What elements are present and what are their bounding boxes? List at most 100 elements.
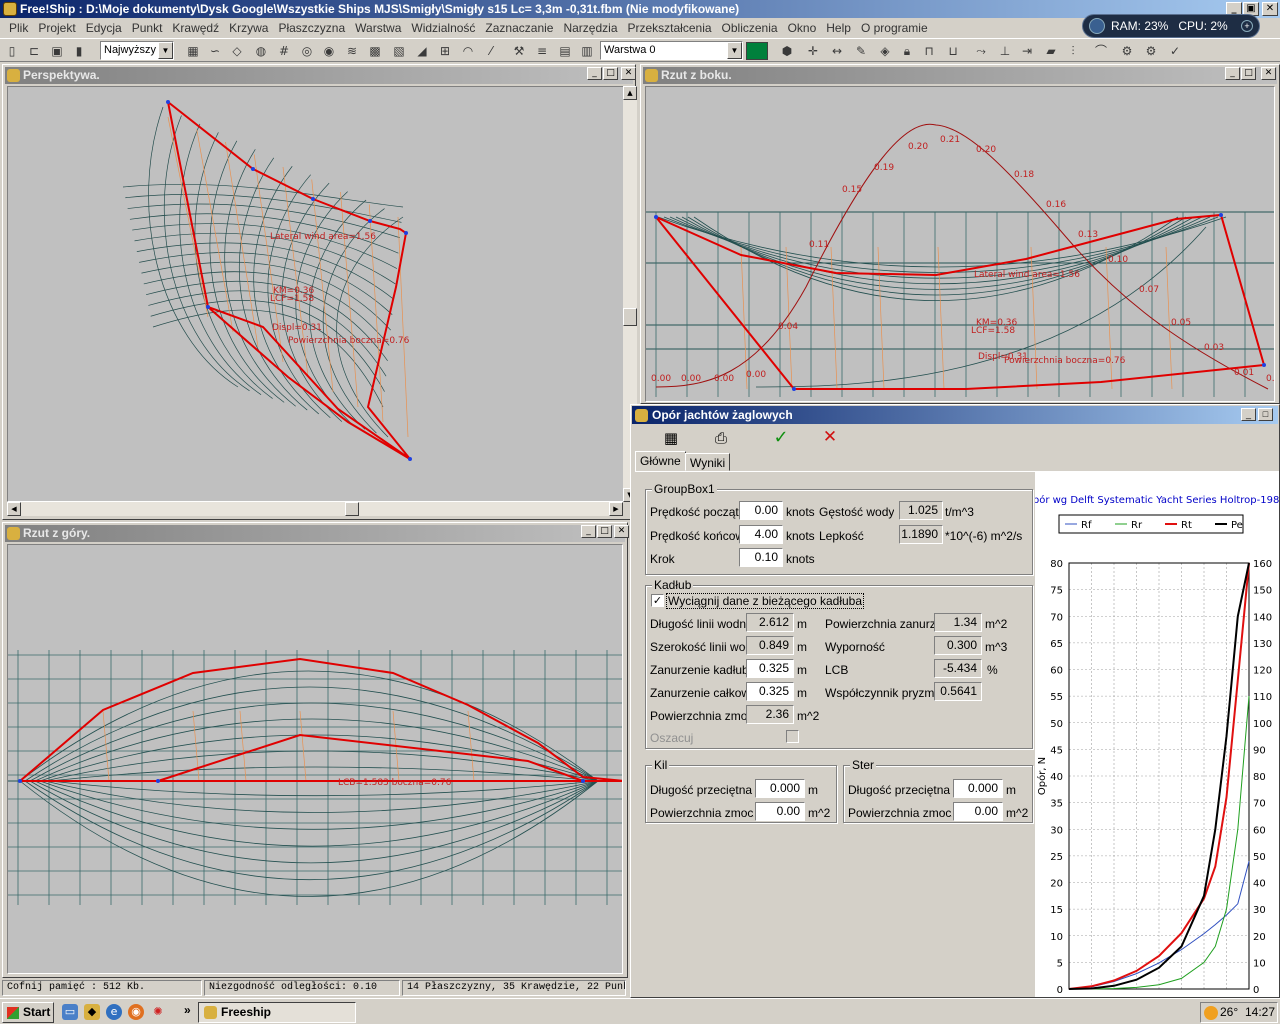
top-view-window[interactable]: Rzut z góry. _ □ ✕ LCB=1.583 boczna=0.76 [2, 522, 629, 978]
desktop-icon[interactable]: ▭ [62, 1004, 78, 1020]
perspective-window[interactable]: Perspektywa. _ □ ✕ Lateral wind area=1.5… [2, 64, 637, 520]
hydrostatics-icon[interactable]: ⊞ [436, 42, 454, 60]
export-icon[interactable]: ▮ [70, 42, 88, 60]
maximize-button[interactable]: □ [1241, 67, 1256, 80]
menu-item[interactable]: Help [821, 21, 856, 35]
menu-item[interactable]: Narzędzia [558, 21, 622, 35]
pencil-icon[interactable]: ✎ [852, 42, 870, 60]
draft-field[interactable]: 0.325 [746, 659, 794, 678]
more-icon[interactable]: » [184, 1003, 191, 1017]
extract-label[interactable]: Wyciągnij dane z bieżącego kadłuba [666, 593, 865, 609]
freeship-icon[interactable]: ◆ [84, 1004, 100, 1020]
surface-icon[interactable]: ◢ [413, 42, 431, 60]
unlock-all-icon[interactable]: ⊔ [944, 42, 962, 60]
crease-icon[interactable]: ⫶ [1064, 42, 1082, 60]
scroll-thumb[interactable] [623, 308, 637, 326]
menu-item[interactable]: Krawędź [167, 21, 224, 35]
menu-item[interactable]: Płaszczyzna [273, 21, 350, 35]
chart-icon[interactable]: ▤ [556, 42, 574, 60]
perspective-viewport[interactable]: Lateral wind area=1.56 KM=0.36 LCF=1.58 Dis… [7, 86, 624, 502]
keel-chord-field[interactable]: 0.000 [755, 779, 805, 798]
maximize-button[interactable]: □ [603, 67, 618, 80]
side-viewport[interactable]: 0.00 0.00 0.00 0.00 0.04 0.11 0.15 0.19 0.20 0.21… [645, 86, 1275, 402]
save-icon[interactable]: ▣ [48, 42, 66, 60]
minimize-button[interactable]: _ [1241, 408, 1256, 421]
maximize-button[interactable]: □ [1258, 408, 1273, 421]
minimize-button[interactable]: _ [1225, 67, 1240, 80]
scroll-up-icon[interactable]: ▲ [623, 86, 637, 100]
eraser-icon[interactable]: ◇ [228, 42, 246, 60]
shade-icon[interactable]: ▧ [390, 42, 408, 60]
unlock-icon[interactable]: ⊓ [920, 42, 938, 60]
fair-icon[interactable]: ⚒ [510, 42, 528, 60]
lines-icon[interactable]: ≡ [533, 42, 551, 60]
menu-item[interactable]: Edycja [81, 21, 127, 35]
menu-item[interactable]: Plik [4, 21, 33, 35]
minimize-button[interactable]: _ [581, 525, 596, 538]
menu-item[interactable]: Widzialność [406, 21, 480, 35]
close-button[interactable]: ✕ [1262, 2, 1278, 16]
minimize-button[interactable]: _ [587, 67, 602, 80]
ok-check-icon[interactable]: ✓ [771, 427, 791, 448]
collapse-icon[interactable]: ⇥ [1018, 42, 1036, 60]
curve-icon[interactable]: ∽ [206, 42, 224, 60]
grid-icon[interactable]: # [275, 42, 293, 60]
menu-item[interactable]: O programie [856, 21, 933, 35]
scroll-right-icon[interactable]: ▶ [609, 502, 623, 516]
splat-icon[interactable]: ✺ [150, 1004, 166, 1020]
layer-select[interactable]: Warstwa 0 ▼ [600, 41, 743, 60]
firefox-icon[interactable]: ◉ [128, 1004, 144, 1020]
precision-select[interactable]: Najwyższy ▼ [100, 41, 174, 60]
weather-icon[interactable] [1204, 1006, 1218, 1020]
menu-item[interactable]: Projekt [33, 21, 80, 35]
new-file-icon[interactable]: ▯ [3, 42, 21, 60]
tray-clock[interactable]: 14:27 [1245, 1003, 1275, 1022]
wrench-icon[interactable]: ⚙ [1142, 42, 1160, 60]
speed-end-field[interactable]: 4.00 [739, 525, 783, 544]
mirror-icon[interactable]: ◈ [876, 42, 894, 60]
start-button[interactable]: Start [2, 1002, 54, 1023]
cancel-x-icon[interactable]: ✕ [820, 427, 840, 447]
add-point-icon[interactable]: ✛ [804, 42, 822, 60]
waterlines-icon[interactable]: ≋ [343, 42, 361, 60]
menu-item[interactable]: Okno [783, 21, 822, 35]
scroll-left-icon[interactable]: ◀ [7, 502, 21, 516]
close-button[interactable]: ✕ [614, 525, 629, 538]
resistance-dialog[interactable]: Opór jachtów żaglowych _ □ ▦ ⎙ ✓ ✕ Główn… [630, 404, 1280, 998]
diagonals-icon[interactable]: ▩ [366, 42, 384, 60]
menu-item[interactable]: Zaznaczanie [480, 21, 558, 35]
extrude-icon[interactable]: ⤳ [972, 42, 990, 60]
check-icon[interactable]: ✓ [1166, 42, 1184, 60]
tab-results[interactable]: Wyniki [685, 453, 731, 471]
stations-icon[interactable]: ◎ [298, 42, 316, 60]
menu-item[interactable]: Przekształcenia [623, 21, 717, 35]
estimate-checkbox[interactable] [786, 730, 799, 743]
horizontal-scrollbar[interactable]: ◀ ▶ [7, 502, 623, 516]
flowline-icon[interactable]: ⁄ [482, 42, 500, 60]
lock-icon[interactable]: 🔒︎ [898, 42, 916, 60]
split-icon[interactable]: ⊥ [996, 42, 1014, 60]
line-icon[interactable]: ⌒ [1092, 42, 1110, 60]
tab-main[interactable]: Główne [635, 451, 686, 472]
maximize-button[interactable]: □ [597, 525, 612, 538]
buttocks-icon[interactable]: ◉ [320, 42, 338, 60]
insert-edge-icon[interactable]: ↔ [828, 42, 846, 60]
globe-icon[interactable]: ◍ [252, 42, 270, 60]
system-monitor[interactable]: RAM: 23% CPU: 2% + [1082, 14, 1260, 38]
printer-icon[interactable]: ⎙ [711, 429, 731, 447]
face-icon[interactable]: ▰ [1042, 42, 1060, 60]
extract-checkbox[interactable]: ✓ [651, 594, 664, 607]
rudder-area-field[interactable]: 0.00 [953, 802, 1003, 821]
plus-icon[interactable]: + [1241, 20, 1253, 32]
scroll-thumb[interactable] [345, 502, 359, 516]
keel-area-field[interactable]: 0.00 [755, 802, 805, 821]
menu-item[interactable]: Krzywa [224, 21, 273, 35]
step-field[interactable]: 0.10 [739, 548, 783, 567]
calculator-icon[interactable]: ▦ [662, 429, 680, 447]
close-button[interactable]: ✕ [621, 67, 636, 80]
rudder-chord-field[interactable]: 0.000 [953, 779, 1003, 798]
total-draft-field[interactable]: 0.325 [746, 682, 794, 701]
open-folder-icon[interactable]: ⊏ [25, 42, 43, 60]
tools-icon[interactable]: ⚙ [1118, 42, 1136, 60]
menu-item[interactable]: Warstwa [350, 21, 406, 35]
